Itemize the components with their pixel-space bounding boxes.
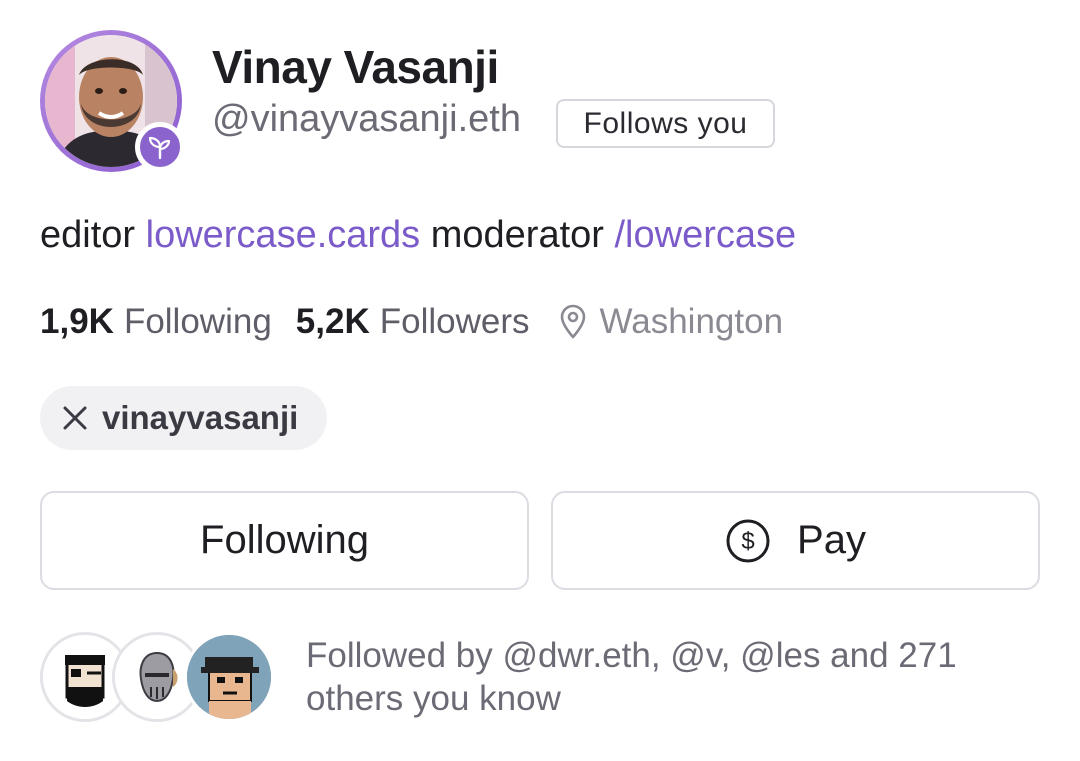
svg-text:$: $ <box>741 528 754 555</box>
following-stat[interactable]: 1,9K Following <box>40 302 272 342</box>
location-text: Washington <box>599 302 784 341</box>
x-profile-link[interactable]: vinayvasanji <box>40 386 327 450</box>
bio-link-channel[interactable]: /lowercase <box>615 214 797 256</box>
dollar-circle-icon: $ <box>725 518 771 564</box>
following-label: Following <box>123 302 272 341</box>
followers-label: Followers <box>379 302 530 341</box>
x-handle: vinayvasanji <box>102 399 299 436</box>
x-logo-icon <box>62 405 88 431</box>
following-button[interactable]: Following <box>40 491 529 590</box>
map-pin-icon <box>558 304 588 340</box>
pay-button-label: Pay <box>797 518 866 562</box>
bio-text: moderator <box>420 214 615 256</box>
profile-header: Vinay Vasanji @vinayvasanji.eth Follows … <box>0 0 1080 761</box>
bio-link-lowercase-cards[interactable]: lowercase.cards <box>146 214 421 256</box>
follows-you-badge: Follows you <box>556 99 775 148</box>
followed-by-text[interactable]: Followed by @dwr.eth, @v, @les and 271 o… <box>306 634 1006 720</box>
following-count: 1,9K <box>40 302 114 341</box>
followers-count: 5,2K <box>295 302 370 341</box>
profile-bio: editor lowercase.cards moderator /lowerc… <box>40 214 796 257</box>
username: @vinayvasanji.eth <box>212 98 521 140</box>
bio-text: editor <box>40 214 146 256</box>
followers-stat[interactable]: 5,2K Followers <box>296 302 530 342</box>
sprout-icon <box>135 122 185 172</box>
following-button-label: Following <box>200 518 369 562</box>
display-name: Vinay Vasanji <box>212 41 499 93</box>
pay-button[interactable]: $ Pay <box>551 491 1040 590</box>
profile-stats: 1,9K Following 5,2K Followers Washington <box>40 302 783 342</box>
avatar <box>184 632 274 722</box>
mutual-followers-avatars[interactable] <box>40 632 280 722</box>
